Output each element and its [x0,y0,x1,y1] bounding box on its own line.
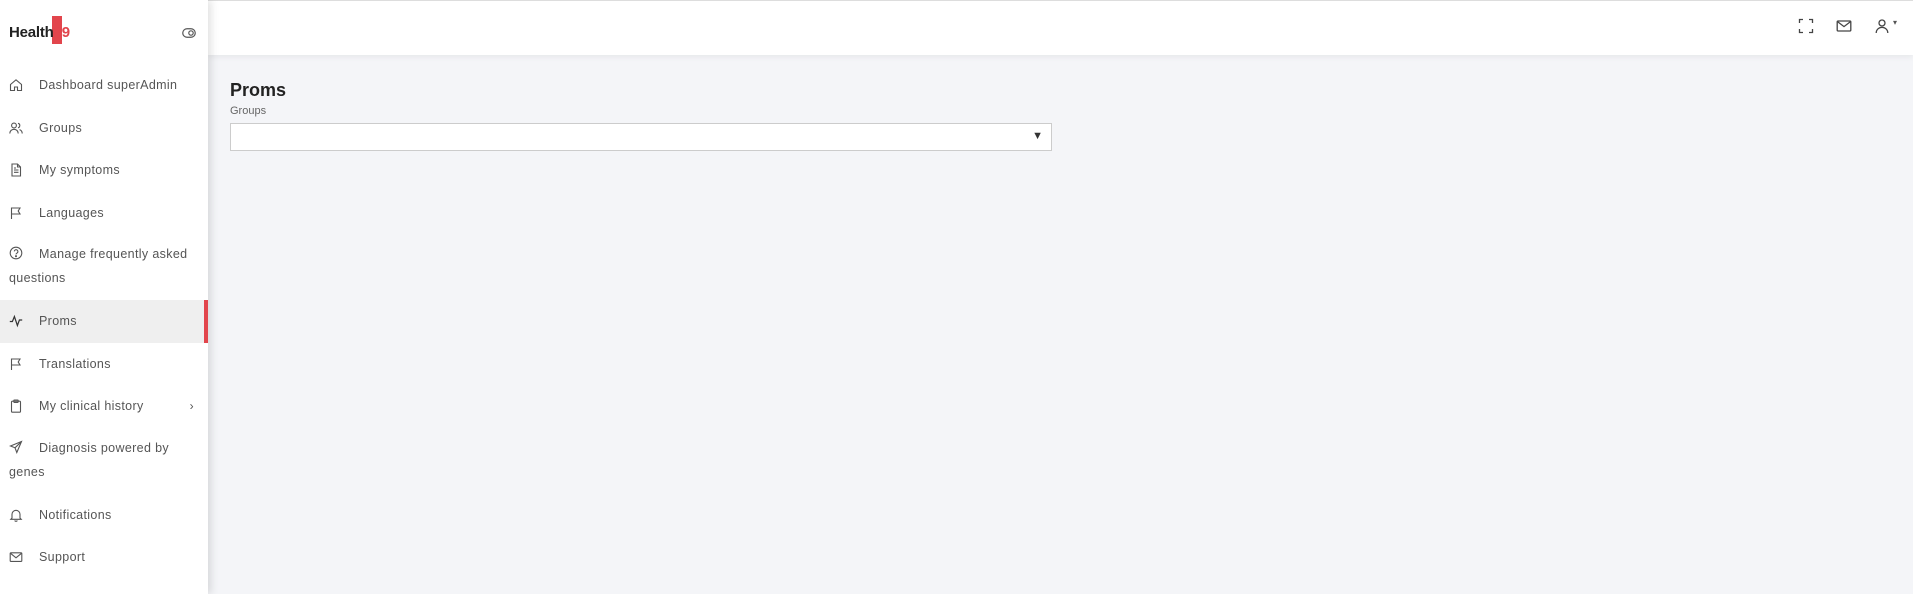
sidebar-toggle-icon[interactable] [182,25,196,38]
send-icon [9,439,23,454]
logo-number: 29 [53,23,71,41]
sidebar-item-label: Groups [39,120,83,135]
help-circle-icon [9,246,23,260]
chevron-down-icon: ▾ [1892,18,1897,27]
users-icon [9,121,23,135]
sidebar-item-faq[interactable]: Manage frequently asked questions [0,234,208,300]
user-menu-button[interactable]: ▾ [1874,18,1897,34]
main-content: Proms Groups ▼ [230,80,1052,151]
sidebar-item-notifications[interactable]: Notifications [0,494,208,537]
groups-label: Groups [230,105,267,117]
activity-icon [9,314,23,328]
sidebar-item-label: Support [39,550,86,564]
mail-icon [9,550,23,564]
chevron-right-icon: › [189,399,194,413]
brand: Health29 [0,0,208,64]
flag-icon [9,206,23,220]
sidebar-item-clinical-history[interactable]: My clinical history › [0,385,208,428]
groups-select[interactable]: ▼ [230,123,1052,151]
fullscreen-icon[interactable] [1798,18,1814,34]
sidebar-item-label: Notifications [39,507,112,522]
home-icon [9,78,23,92]
topbar: ▾ [208,0,1913,55]
sidebar-item-groups[interactable]: Groups [0,107,208,150]
sidebar-item-diagnosis[interactable]: Diagnosis powered by genes [0,428,208,494]
sidebar-item-proms[interactable]: Proms [0,300,208,343]
sidebar-item-label: Proms [39,314,77,328]
sidebar-item-languages[interactable]: Languages [0,192,208,235]
sidebar-nav: Dashboard superAdmin Groups My symptoms … [0,64,208,579]
sidebar-item-label: Translations [39,356,111,371]
bell-icon [9,508,23,522]
sidebar-item-translations[interactable]: Translations [0,343,208,386]
sidebar-item-label: My symptoms [39,163,120,177]
clipboard-icon [9,399,23,414]
user-icon [1874,18,1890,34]
sidebar-item-label: Dashboard superAdmin [39,78,178,92]
sidebar-item-label: Manage frequently asked questions [9,247,188,285]
sidebar-item-dashboard[interactable]: Dashboard superAdmin [0,64,208,107]
sidebar: Health29 Dashboard superAdmin Groups My … [0,0,208,594]
page-title: Proms [230,80,287,100]
sidebar-item-my-symptoms[interactable]: My symptoms [0,149,208,192]
mail-icon[interactable] [1836,18,1852,34]
topbar-actions: ▾ [1776,18,1897,34]
sidebar-item-label: My clinical history [39,399,144,413]
logo-text: Health [9,23,54,41]
sidebar-item-support[interactable]: Support [0,536,208,579]
health29-logo[interactable]: Health29 [9,15,71,44]
document-icon [9,163,23,177]
flag-icon [9,357,23,371]
sidebar-item-label: Diagnosis powered by genes [9,440,169,479]
sidebar-item-label: Languages [39,205,105,220]
dropdown-arrow-icon: ▼ [1032,130,1043,142]
